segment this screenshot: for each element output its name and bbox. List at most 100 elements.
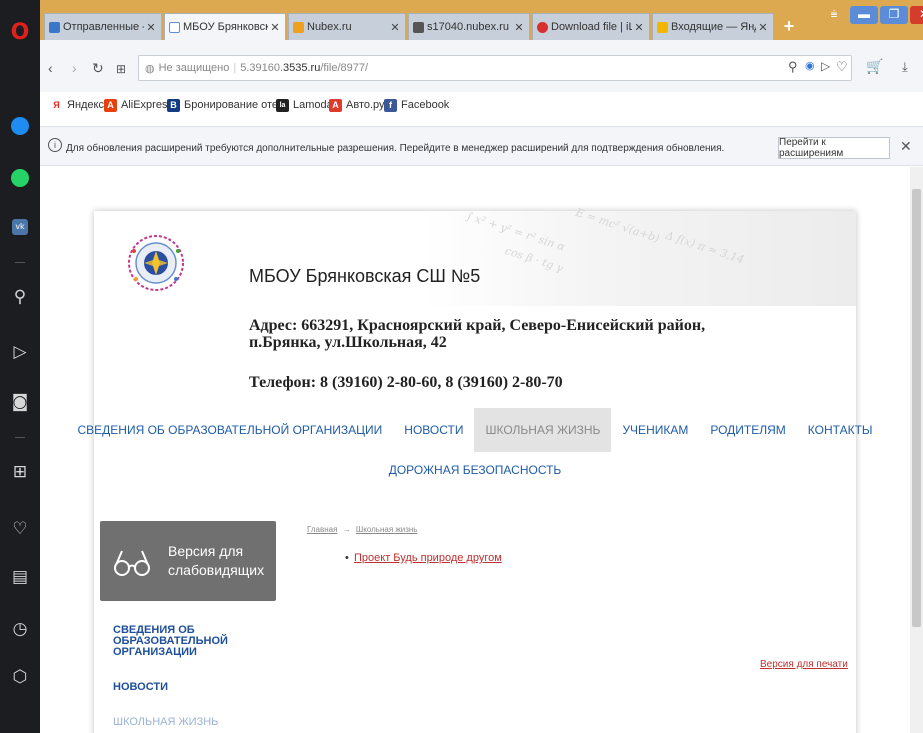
header-decoration: E = mc² √(a+b) [574, 205, 662, 246]
project-link[interactable]: Проект Будь природе другом [354, 552, 502, 564]
tab-close-icon[interactable]: ✕ [512, 21, 526, 34]
info-icon: i [48, 138, 62, 152]
aliexpress-icon: A [104, 98, 117, 112]
url-prefix: 5.39160. [240, 62, 284, 74]
close-notice-icon[interactable]: ✕ [900, 138, 912, 155]
breadcrumb-home-link[interactable]: Главная [307, 525, 337, 534]
header-background: ∫ x² + y² = r² sin α E = mc² √(a+b) Δ f(… [424, 206, 856, 306]
maximize-button[interactable]: ❐ [880, 6, 908, 24]
tab-nubex[interactable]: Nubex.ru ✕ [288, 13, 406, 40]
bookmark-yandex[interactable]: Я Яндекс [50, 96, 104, 114]
url-field[interactable]: ◍ Не защищено | 5.39160. 3535.ru/file/897… [138, 55, 852, 81]
flow-send-icon[interactable]: ▷ [821, 59, 830, 73]
flow-icon[interactable]: ▷ [6, 338, 34, 366]
nav-item-school-life[interactable]: ШКОЛЬНАЯ ЖИЗНЬ [474, 408, 612, 452]
vk-icon[interactable]: vk [6, 213, 34, 241]
new-tab-button[interactable]: + [778, 16, 800, 38]
low-vision-label: Версия для слабовидящих [168, 543, 265, 578]
history-icon[interactable]: ◷ [6, 615, 34, 643]
auto-icon: A [329, 98, 342, 112]
sidebar-separator [15, 262, 25, 263]
search-icon[interactable]: ⚲ [6, 283, 34, 311]
tab-ilove[interactable]: Download file | iLove ✕ [532, 13, 650, 40]
glasses-icon [114, 550, 150, 576]
speed-dial-icon[interactable]: ⊞ [6, 458, 34, 486]
reload-icon[interactable]: ↻ [92, 60, 104, 77]
browser-window: Отправленные - Поч ✕ МБОУ Брянковская С … [40, 0, 923, 733]
tab-school-site[interactable]: МБОУ Брянковская С ✕ [164, 13, 286, 40]
tab-nubex-file[interactable]: s17040.nubex.ru ✕ [408, 13, 530, 40]
file-favicon-icon [413, 21, 424, 33]
security-label: Не защищено [158, 62, 230, 74]
bookmark-heart-icon[interactable]: ♡ [836, 59, 848, 75]
download-icon[interactable]: ⤓ [902, 59, 908, 75]
low-vision-version-button[interactable]: Версия для слабовидящих [100, 521, 276, 601]
sidebar-separator [15, 437, 25, 438]
url-host: 3535.ru [283, 62, 321, 74]
go-to-extensions-button[interactable]: Перейти к расширениям [778, 137, 890, 159]
page-viewport: ∫ x² + y² = r² sin α E = mc² √(a+b) Δ f(… [40, 167, 910, 733]
opera-logo-icon[interactable]: O [6, 18, 34, 46]
notice-text: Для обновления расширений требуются допо… [66, 143, 725, 154]
whatsapp-icon[interactable] [6, 164, 34, 192]
close-window-button[interactable]: ✕ [910, 6, 923, 24]
vpn-badge-icon[interactable]: ◉ [805, 59, 815, 72]
list-bullet: • [345, 552, 349, 564]
main-navigation: СВЕДЕНИЯ ОБ ОБРАЗОВАТЕЛЬНОЙ ОРГАНИЗАЦИИ … [78, 408, 873, 452]
yandex-icon: Я [53, 99, 60, 110]
news-icon[interactable]: ▤ [6, 563, 34, 591]
extension-update-notice: i Для обновления расширений требуются до… [40, 126, 923, 166]
side-menu-organization-info[interactable]: СВЕДЕНИЯ ОБ ОБРАЗОВАТЕЛЬНОЙ ОРГАНИЗАЦИИ [113, 625, 228, 658]
tab-close-icon[interactable]: ✕ [756, 21, 770, 34]
tab-close-icon[interactable]: ✕ [632, 21, 646, 34]
cart-icon[interactable]: 🛒 [866, 58, 883, 75]
tab-close-icon[interactable]: ✕ [144, 21, 158, 34]
facebook-icon: f [384, 98, 397, 112]
heart-favicon-icon [537, 21, 548, 33]
bookmark-aliexpress[interactable]: A AliExpress [104, 96, 173, 114]
bookmark-facebook[interactable]: f Facebook [384, 96, 449, 114]
url-divider: | [233, 62, 237, 74]
mail-favicon-icon [49, 21, 60, 33]
print-version-link[interactable]: Версия для печати [760, 659, 848, 670]
nav-item-news[interactable]: НОВОСТИ [393, 408, 474, 452]
messenger-icon[interactable] [6, 112, 34, 140]
nav-item-parents[interactable]: РОДИТЕЛЯМ [699, 408, 796, 452]
side-menu-news[interactable]: НОВОСТИ [113, 682, 273, 693]
bookmarks-heart-icon[interactable]: ♡ [6, 515, 34, 543]
booking-icon: B [167, 98, 180, 112]
url-path: /file/8977/ [320, 62, 369, 74]
opera-sidebar: O vk ⚲ ▷ ◙ ⊞ ♡ ▤ ◷ ⬡ [0, 0, 40, 733]
forward-icon[interactable]: › [72, 60, 77, 76]
breadcrumb-current[interactable]: Школьная жизнь [356, 525, 418, 534]
tab-yandex-mail[interactable]: Входящие — Яндекс ✕ [652, 13, 774, 40]
nav-item-contacts[interactable]: КОНТАКТЫ [797, 408, 884, 452]
bookmark-lamoda[interactable]: la Lamoda [276, 96, 333, 114]
tab-close-icon[interactable]: ✕ [388, 21, 402, 34]
nubex-favicon-icon [293, 21, 304, 33]
nav-item-road-safety[interactable]: ДОРОЖНАЯ БЕЗОПАСНОСТЬ [94, 463, 856, 477]
school-phone: Телефон: 8 (39160) 2-80-60, 8 (39160) 2-… [249, 374, 563, 391]
site-container: ∫ x² + y² = r² sin α E = mc² √(a+b) Δ f(… [78, 206, 873, 733]
bookmark-autoru[interactable]: A Авто.ру [329, 96, 385, 114]
school-address: Адрес: 663291, Красноярский край, Северо… [249, 317, 706, 351]
extensions-icon[interactable]: ⬡ [6, 663, 34, 691]
back-icon[interactable]: ‹ [48, 60, 53, 76]
tab-close-icon[interactable]: ✕ [268, 21, 282, 34]
scrollbar-thumb[interactable] [912, 189, 921, 627]
side-menu: СВЕДЕНИЯ ОБ ОБРАЗОВАТЕЛЬНОЙ ОРГАНИЗАЦИИ … [113, 625, 273, 733]
nav-item-organization-info[interactable]: СВЕДЕНИЯ ОБ ОБРАЗОВАТЕЛЬНОЙ ОРГАНИЗАЦИИ [67, 408, 394, 452]
school-name: МБОУ Брянковская СШ №5 [249, 266, 481, 286]
tab-menu-icon[interactable]: ⩧ [820, 6, 848, 24]
search-in-page-icon[interactable]: ⚲ [788, 59, 798, 75]
snapshot-icon[interactable]: ◙ [6, 388, 34, 416]
page-scrollbar[interactable] [910, 167, 923, 733]
speed-dial-grid-icon[interactable]: ⊞ [116, 62, 126, 76]
bookmark-booking[interactable]: B Бронирование отел [167, 96, 284, 114]
lamoda-icon: la [276, 98, 289, 112]
side-menu-school-life[interactable]: ШКОЛЬНАЯ ЖИЗНЬ [113, 717, 273, 728]
nav-item-students[interactable]: УЧЕНИКАМ [611, 408, 699, 452]
tab-mail-sent[interactable]: Отправленные - Поч ✕ [44, 13, 162, 40]
minimize-button[interactable]: ▬ [850, 6, 878, 24]
school-logo [128, 235, 184, 291]
